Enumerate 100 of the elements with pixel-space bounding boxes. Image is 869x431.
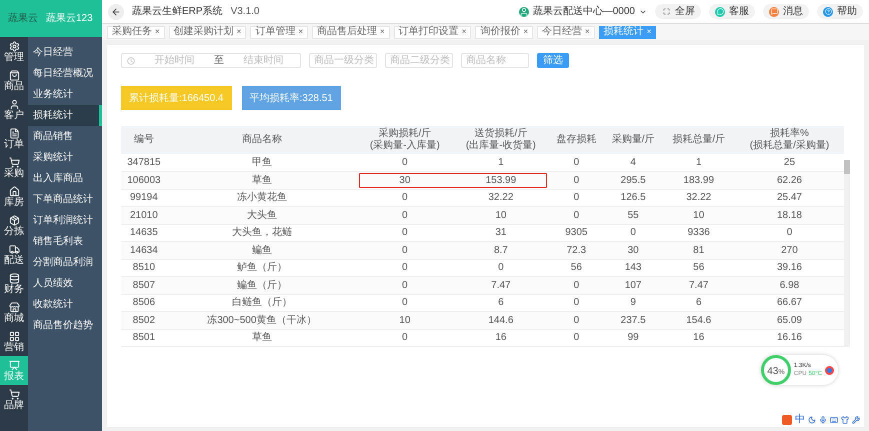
rail-item[interactable]: 商品 [0, 66, 28, 95]
rail-item[interactable]: 管理 [0, 37, 28, 66]
table-cell: 8502 [132, 314, 156, 326]
table-cell: 143 [624, 262, 642, 274]
rail-item[interactable]: 财务 [0, 269, 28, 298]
column-header: 采购损耗/斤 (采购量-入库量) [356, 126, 453, 154]
ime-mode[interactable]: 中 [795, 415, 805, 425]
submenu-item[interactable]: 业务统计 [28, 84, 102, 105]
table-cell: 0 [574, 192, 580, 204]
tab-close[interactable]: × [298, 28, 304, 36]
table-cell: 0 [402, 210, 408, 221]
table-cell: 25.47 [776, 192, 802, 204]
date-range-field[interactable]: 开始时间 至 结束时间 [121, 53, 301, 68]
header-button[interactable]: 全屏 [655, 4, 701, 19]
table-cell: 16.16 [776, 332, 802, 344]
table-cell: 55 [628, 210, 639, 221]
column-header: 送货损耗/斤 (出库量-收货量) [452, 126, 549, 154]
table-cell: 107 [624, 280, 642, 291]
rail-item[interactable]: 营销 [0, 327, 28, 356]
table-cell: 冻300~500黄鱼（干冰） [207, 314, 316, 326]
page-tab[interactable]: 今日经营 × [537, 26, 595, 38]
tab-close[interactable]: × [155, 28, 160, 36]
table-cell: 白鲢鱼（斤） [232, 297, 292, 308]
table-cell: 99194 [130, 192, 158, 204]
table-cell: 草鱼 [252, 174, 272, 186]
table-cell: 25 [784, 157, 796, 168]
circle-icon [823, 6, 833, 16]
header-button[interactable]: 消息 [763, 4, 809, 19]
table-cell: 62.26 [776, 174, 802, 186]
rail-icon [8, 128, 20, 138]
submenu-item[interactable]: 损耗统计 [28, 105, 102, 126]
table-cell: 0 [630, 227, 636, 238]
brand-name: 蔬果云123 [46, 12, 93, 26]
column-header: 损耗率% (损耗总量/采购量) [734, 126, 844, 154]
scrollbar[interactable] [844, 160, 850, 347]
rail-item[interactable]: 采购 [0, 153, 28, 182]
submenu-item[interactable]: 今日经营 [28, 42, 102, 63]
table-cell: 9305 [565, 227, 588, 238]
header-button[interactable]: 帮助 [817, 4, 863, 19]
rail-item[interactable]: 商城 [0, 298, 28, 327]
table-cell: 9336 [688, 227, 710, 238]
table-cell: 295.5 [620, 174, 646, 186]
table-cell: 106003 [127, 174, 161, 186]
tab-close[interactable]: × [523, 28, 528, 36]
rail-item[interactable]: 配送 [0, 240, 28, 269]
tab-close[interactable]: × [585, 28, 590, 36]
back-button[interactable] [108, 4, 124, 20]
submenu-item[interactable]: 商品售价趋势 [28, 315, 102, 336]
version-text: V3.1.0 [230, 5, 260, 19]
page-tab[interactable]: 采购任务 × [107, 26, 165, 38]
table-cell: 8506 [132, 297, 156, 308]
rail-icon [8, 272, 20, 284]
user-menu[interactable]: 蔬果云配送中心—0000 [518, 4, 647, 19]
submenu-item[interactable]: 分割商品利润 [28, 252, 102, 273]
column-header: 损耗总量/斤 [662, 126, 735, 154]
table-cell: 0 [786, 227, 792, 238]
tab-close[interactable]: × [236, 28, 242, 36]
table-cell: 31 [495, 227, 506, 238]
tab-close[interactable]: × [380, 28, 385, 36]
page-tab[interactable]: 商品售后处理 × [312, 26, 390, 38]
rail-icon [8, 360, 20, 370]
table-cell: 0 [402, 280, 408, 291]
submenu-item[interactable]: 下单商品统计 [28, 189, 102, 210]
rail-item[interactable]: 订单 [0, 124, 28, 153]
table-cell: 6 [498, 297, 504, 308]
submenu-item[interactable]: 采购统计 [28, 147, 102, 168]
table-cell: 16 [495, 332, 506, 344]
rail-item[interactable]: 库房 [0, 182, 28, 211]
submenu-item[interactable]: 收款统计 [28, 294, 102, 315]
shirt-icon[interactable] [841, 416, 849, 424]
rail-item[interactable]: 分拣 [0, 211, 28, 240]
table-cell: 0 [574, 174, 580, 186]
table-cell: 144.6 [488, 314, 514, 326]
table-cell: 8.7 [494, 244, 508, 256]
table-cell: 0 [574, 210, 580, 221]
submenu-item[interactable]: 订单利润统计 [28, 210, 102, 231]
submenu-item[interactable]: 出入库商品 [28, 168, 102, 189]
microphone-icon[interactable] [819, 416, 827, 424]
circle-icon [769, 6, 779, 16]
wrench-icon[interactable] [852, 416, 860, 424]
submenu-item[interactable]: 人员绩效 [28, 273, 102, 294]
column-header: 商品名称 [166, 126, 357, 154]
header-button[interactable]: 客服 [709, 4, 755, 19]
submenu-item[interactable]: 销售毛利表 [28, 231, 102, 252]
table-cell: 14634 [130, 244, 158, 256]
table-cell: 126.5 [620, 192, 646, 204]
submenu-item[interactable]: 商品销售 [28, 126, 102, 147]
page-tab[interactable]: 订单管理 × [250, 26, 308, 38]
page-tab[interactable]: 询价报价 × [475, 26, 534, 38]
table-cell: 9 [630, 297, 636, 308]
tab-close[interactable]: × [462, 28, 466, 36]
submenu-item[interactable]: 每日经营概况 [28, 63, 102, 84]
product-name-field[interactable]: 商品名称 [461, 53, 529, 68]
rail-item[interactable]: 品牌 [0, 385, 28, 414]
rail-item[interactable]: 客户 [0, 95, 28, 124]
keyboard-icon[interactable] [830, 416, 838, 424]
moon-icon[interactable] [808, 416, 816, 424]
table-cell: 237.5 [620, 314, 646, 326]
page-tab[interactable]: 创建采购计划 × [168, 26, 246, 38]
page-tab[interactable]: 订单打印设置 × [394, 26, 472, 38]
